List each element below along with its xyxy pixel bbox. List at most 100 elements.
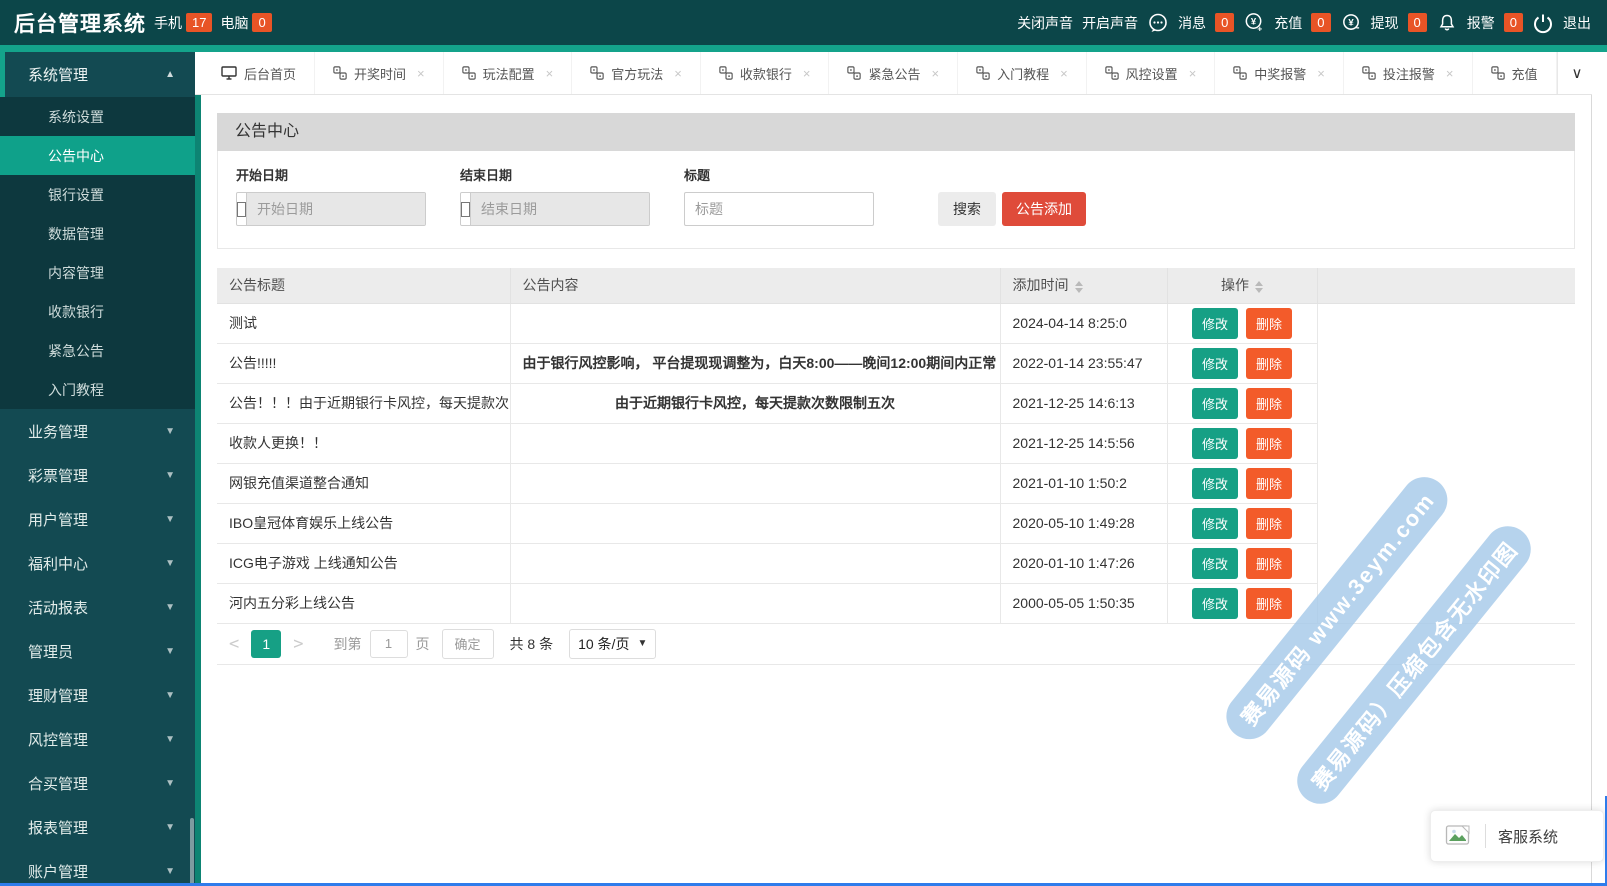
edit-button[interactable]: 修改 bbox=[1191, 347, 1238, 379]
tab-item[interactable]: 玩法配置 × bbox=[444, 52, 573, 94]
pc-counter[interactable]: 电脑 0 bbox=[220, 13, 272, 33]
sidebar-item-risk-management[interactable]: 风控管理 ▼ bbox=[0, 717, 195, 761]
pc-count-badge: 0 bbox=[252, 13, 272, 32]
delete-button[interactable]: 删除 bbox=[1246, 387, 1293, 419]
edit-button[interactable]: 修改 bbox=[1191, 587, 1238, 619]
sidebar-item-data-management[interactable]: 数据管理 bbox=[0, 214, 195, 253]
close-icon[interactable]: × bbox=[1317, 66, 1325, 81]
close-icon[interactable]: × bbox=[1060, 66, 1068, 81]
page-size-select[interactable]: 10 条/页 ▼ bbox=[569, 628, 657, 659]
sidebar-item-finance-management[interactable]: 理财管理 ▼ bbox=[0, 673, 195, 717]
goto-page-input[interactable] bbox=[369, 629, 408, 658]
sidebar-item-system-settings[interactable]: 系统设置 bbox=[0, 97, 195, 136]
sidebar-item-welfare-center[interactable]: 福利中心 ▼ bbox=[0, 541, 195, 585]
logout-link[interactable]: 退出 bbox=[1563, 13, 1591, 33]
close-icon[interactable]: × bbox=[803, 66, 811, 81]
tab-item[interactable]: 收款银行 × bbox=[701, 52, 830, 94]
edit-button[interactable]: 修改 bbox=[1191, 427, 1238, 459]
close-icon[interactable]: × bbox=[1189, 66, 1197, 81]
announcement-title: 收款人更换！！ bbox=[217, 423, 511, 464]
tab-item[interactable]: 投注报警 × bbox=[1344, 52, 1473, 94]
title-group: 标题 bbox=[684, 165, 874, 226]
end-date-field[interactable] bbox=[460, 192, 650, 226]
sort-icon[interactable] bbox=[1255, 280, 1263, 293]
customer-service-widget[interactable]: 客服系统 bbox=[1430, 810, 1604, 862]
withdraw-label[interactable]: 提现 bbox=[1371, 13, 1399, 33]
delete-button[interactable]: 删除 bbox=[1246, 427, 1293, 459]
tab-item[interactable]: 中奖报警 × bbox=[1215, 52, 1344, 94]
current-page-button[interactable]: 1 bbox=[251, 629, 282, 658]
delete-button[interactable]: 删除 bbox=[1246, 347, 1293, 379]
recharge-icon[interactable]: ¥ + bbox=[1243, 12, 1265, 34]
tab-home[interactable]: 后台首页 bbox=[203, 52, 316, 94]
col-filler bbox=[1317, 268, 1575, 304]
col-content: 公告内容 bbox=[510, 268, 1001, 304]
sidebar-item-beginner-tutorial[interactable]: 入门教程 bbox=[0, 370, 195, 409]
col-actions[interactable]: 操作 bbox=[1167, 268, 1318, 304]
start-date-group: 开始日期 bbox=[236, 165, 426, 226]
announcement-title: ICG电子游戏 上线通知公告 bbox=[217, 543, 511, 584]
sidebar-item-account-management[interactable]: 账户管理 ▼ bbox=[0, 849, 195, 886]
sort-icon[interactable] bbox=[1074, 280, 1083, 293]
sidebar-item-content-management[interactable]: 内容管理 bbox=[0, 253, 195, 292]
sidebar-item-report-management[interactable]: 报表管理 ▼ bbox=[0, 805, 195, 849]
sidebar-scrollbar[interactable] bbox=[190, 818, 194, 886]
title-input[interactable] bbox=[684, 192, 874, 226]
delete-button[interactable]: 删除 bbox=[1246, 507, 1293, 539]
edit-button[interactable]: 修改 bbox=[1191, 307, 1238, 339]
tab-item[interactable]: 官方玩法 × bbox=[572, 52, 701, 94]
recharge-label[interactable]: 充值 bbox=[1274, 13, 1302, 33]
edit-button[interactable]: 修改 bbox=[1191, 547, 1238, 579]
close-icon[interactable]: × bbox=[546, 66, 554, 81]
tab-item[interactable]: 风控设置 × bbox=[1087, 52, 1216, 94]
close-icon[interactable]: × bbox=[931, 66, 939, 81]
end-date-input[interactable] bbox=[471, 193, 649, 225]
close-icon[interactable]: × bbox=[674, 66, 682, 81]
close-icon[interactable]: × bbox=[417, 66, 425, 81]
tabs-dropdown-chevron-icon[interactable]: ∨ bbox=[1556, 52, 1592, 94]
col-time[interactable]: 添加时间 bbox=[1000, 268, 1168, 304]
tab-item[interactable]: 入门教程 × bbox=[958, 52, 1087, 94]
sidebar-item-user-management[interactable]: 用户管理 ▼ bbox=[0, 497, 195, 541]
sidebar-item-activity-report[interactable]: 活动报表 ▼ bbox=[0, 585, 195, 629]
sidebar-item-administrator[interactable]: 管理员 ▼ bbox=[0, 629, 195, 673]
start-date-field[interactable] bbox=[236, 192, 426, 226]
delete-button[interactable]: 删除 bbox=[1246, 587, 1293, 619]
delete-button[interactable]: 删除 bbox=[1246, 467, 1293, 499]
sidebar-item-system-management[interactable]: 系统管理 ▲ bbox=[0, 52, 195, 97]
edit-button[interactable]: 修改 bbox=[1191, 507, 1238, 539]
delete-button[interactable]: 删除 bbox=[1246, 547, 1293, 579]
tab-bar: 后台首页 开奖时间 × 玩法配置 × 官方玩法 × 收款银行 × 紧急公告 × 入门教程 ×… bbox=[195, 52, 1592, 95]
sound-on-link[interactable]: 开启声音 bbox=[1082, 13, 1138, 33]
next-page-chevron-icon[interactable]: > bbox=[281, 634, 315, 654]
alarm-label[interactable]: 报警 bbox=[1467, 13, 1495, 33]
tab-item[interactable]: 紧急公告 × bbox=[829, 52, 959, 94]
dice-icon bbox=[1490, 66, 1505, 80]
message-icon[interactable] bbox=[1147, 12, 1169, 34]
delete-button[interactable]: 删除 bbox=[1246, 307, 1293, 339]
sidebar-item-group-buy-management[interactable]: 合买管理 ▼ bbox=[0, 761, 195, 805]
sidebar-item-bank-settings[interactable]: 银行设置 bbox=[0, 175, 195, 214]
alarm-bell-icon[interactable] bbox=[1436, 12, 1458, 34]
prev-page-chevron-icon[interactable]: < bbox=[217, 634, 251, 654]
tab-item[interactable]: 充值 bbox=[1473, 52, 1557, 94]
sidebar-item-announcement-center[interactable]: 公告中心 bbox=[0, 136, 195, 175]
sidebar-item-emergency-announcement[interactable]: 紧急公告 bbox=[0, 331, 195, 370]
tab-item[interactable]: 开奖时间 × bbox=[315, 52, 444, 94]
withdraw-icon[interactable]: ¥ - bbox=[1340, 12, 1362, 34]
sidebar-item-receiving-bank[interactable]: 收款银行 bbox=[0, 292, 195, 331]
add-announcement-button[interactable]: 公告添加 bbox=[1002, 192, 1086, 226]
power-icon[interactable] bbox=[1532, 12, 1554, 34]
announcement-content: 由于银行风控影响， 平台提现现调整为，白天8:00——晚间12:00期间内正常 bbox=[510, 343, 1001, 384]
sound-off-link[interactable]: 关闭声音 bbox=[1017, 13, 1073, 33]
edit-button[interactable]: 修改 bbox=[1191, 467, 1238, 499]
phone-counter[interactable]: 手机 17 bbox=[154, 13, 213, 33]
message-label[interactable]: 消息 bbox=[1178, 13, 1206, 33]
close-icon[interactable]: × bbox=[1446, 66, 1454, 81]
confirm-page-button[interactable]: 确定 bbox=[441, 628, 494, 659]
search-button[interactable]: 搜索 bbox=[938, 192, 996, 226]
sidebar-item-lottery-management[interactable]: 彩票管理 ▼ bbox=[0, 453, 195, 497]
edit-button[interactable]: 修改 bbox=[1191, 387, 1238, 419]
start-date-input[interactable] bbox=[247, 193, 425, 225]
sidebar-item-business-management[interactable]: 业务管理 ▼ bbox=[0, 409, 195, 453]
